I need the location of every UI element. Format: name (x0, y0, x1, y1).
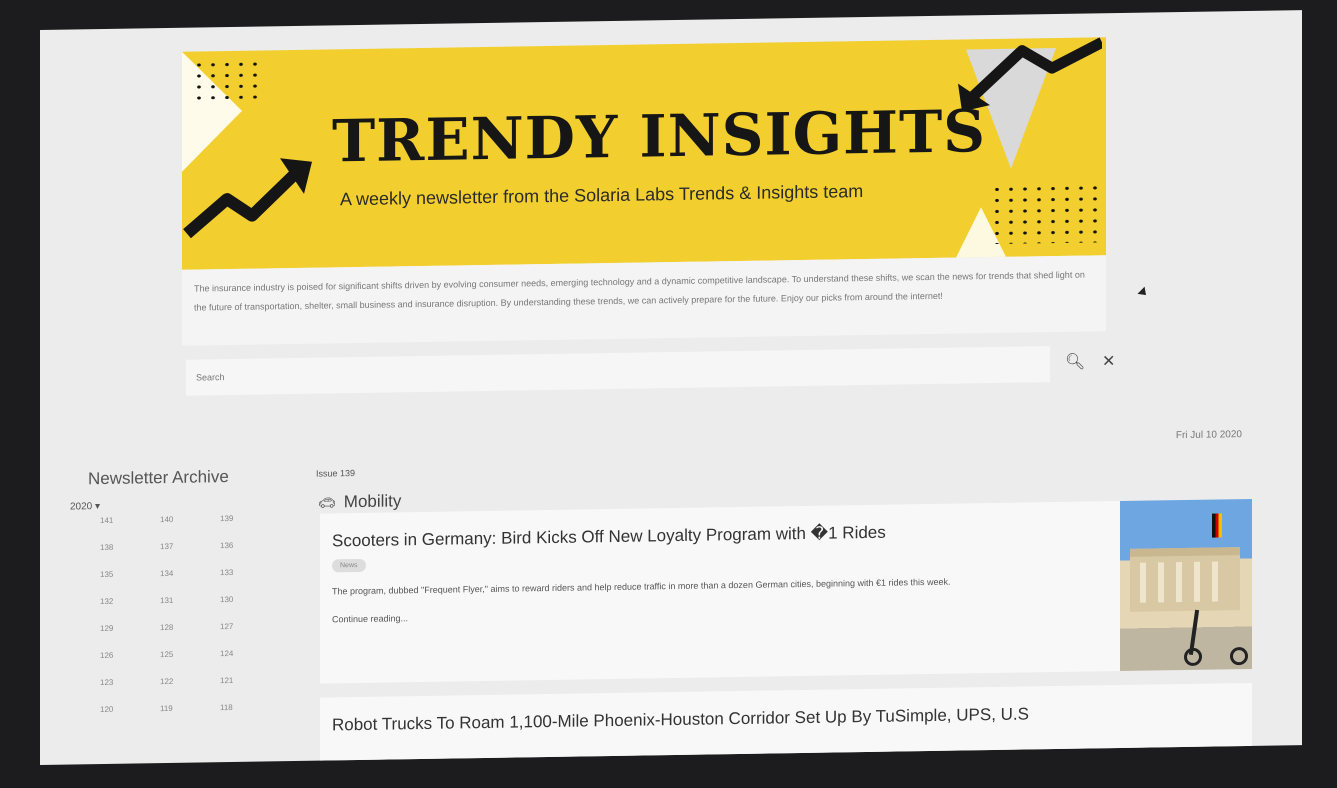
issue-label: Issue 139 (316, 468, 356, 479)
archive-issue-link[interactable]: 124 (220, 648, 280, 658)
search-icon[interactable]: 🔍︎ (1065, 352, 1085, 372)
mouse-cursor-icon (1137, 286, 1150, 299)
archive-issue-link[interactable]: 128 (160, 622, 220, 632)
archive-issue-link[interactable]: 139 (220, 513, 280, 523)
close-icon[interactable]: ✕ (1102, 351, 1115, 371)
trend-up-arrow-icon (183, 158, 312, 239)
archive-issue-link[interactable]: 126 (100, 650, 160, 660)
archive-issue-link[interactable]: 135 (100, 569, 160, 579)
category-heading: 🚗︎ Mobility (318, 491, 401, 512)
scooter-wheel (1230, 647, 1248, 666)
banner-title: TRENDY INSIGHTS (332, 97, 987, 176)
archive-issue-link[interactable]: 138 (100, 542, 160, 552)
continue-reading-link[interactable]: Continue reading... (332, 602, 1108, 624)
archive-issue-link[interactable]: 118 (220, 702, 280, 712)
banner-subtitle: A weekly newsletter from the Solaria Lab… (340, 181, 864, 210)
search-bar (186, 346, 1050, 396)
archive-issue-link[interactable]: 132 (100, 596, 160, 606)
article-description: The program, dubbed "Frequent Flyer," ai… (332, 576, 951, 597)
building-column (1158, 562, 1164, 603)
archive-issue-grid: 141 140 139 138 137 136 135 134 133 132 … (100, 513, 290, 714)
archive-issue-link[interactable]: 131 (160, 595, 220, 605)
archive-issue-link[interactable]: 130 (220, 594, 280, 604)
building-column (1194, 561, 1200, 602)
archive-title: Newsletter Archive (88, 467, 229, 489)
building-column (1212, 561, 1218, 602)
category-label: Mobility (343, 491, 402, 512)
building-column (1176, 562, 1182, 603)
archive-issue-link[interactable]: 123 (100, 677, 160, 687)
archive-issue-link[interactable]: 137 (160, 541, 220, 551)
archive-issue-link[interactable]: 122 (160, 676, 220, 686)
caret-down-icon: ▾ (95, 501, 101, 513)
building-column (1140, 562, 1146, 603)
banner-dots (990, 182, 1100, 245)
scooter-wheel (1184, 647, 1202, 667)
archive-year-toggle[interactable]: 2020 ▾ (70, 498, 290, 512)
archive-issue-link[interactable]: 129 (100, 623, 160, 633)
archive-issue-link[interactable]: 127 (220, 621, 280, 631)
archive-issue-link[interactable]: 121 (220, 675, 280, 685)
archive-issue-link[interactable]: 133 (220, 567, 280, 577)
newsletter-archive: Newsletter Archive 2020 ▾ 141 140 139 13… (70, 466, 290, 714)
browser-screen: TRENDY INSIGHTS A weekly newsletter from… (40, 10, 1302, 765)
article-thumbnail[interactable] (1120, 498, 1252, 672)
article-title[interactable]: Scooters in Germany: Bird Kicks Off New … (332, 519, 1108, 551)
banner-dots (192, 58, 262, 100)
issue-date: Fri Jul 10 2020 (1175, 429, 1242, 442)
reichstag-building-image (1130, 547, 1240, 612)
newsletter-banner: TRENDY INSIGHTS A weekly newsletter from… (182, 37, 1106, 270)
archive-issue-link[interactable]: 141 (100, 515, 160, 525)
article-title[interactable]: Robot Trucks To Roam 1,100-Mile Phoenix-… (332, 701, 1240, 735)
search-input[interactable] (186, 346, 1050, 396)
archive-issue-link[interactable]: 134 (160, 568, 220, 578)
intro-text: The insurance industry is poised for sig… (182, 255, 1106, 346)
article-card[interactable]: Scooters in Germany: Bird Kicks Off New … (320, 501, 1120, 684)
archive-issue-link[interactable]: 125 (160, 649, 220, 659)
article-tag: News (332, 558, 366, 573)
archive-issue-link[interactable]: 140 (160, 514, 220, 524)
archive-year-label: 2020 (70, 501, 93, 513)
archive-issue-link[interactable]: 136 (220, 540, 280, 550)
archive-issue-link[interactable]: 119 (160, 703, 220, 713)
car-icon: 🚗︎ (318, 494, 336, 511)
article-card[interactable]: Robot Trucks To Roam 1,100-Mile Phoenix-… (320, 682, 1252, 765)
archive-issue-link[interactable]: 120 (100, 704, 160, 714)
german-flag-image (1212, 513, 1222, 538)
